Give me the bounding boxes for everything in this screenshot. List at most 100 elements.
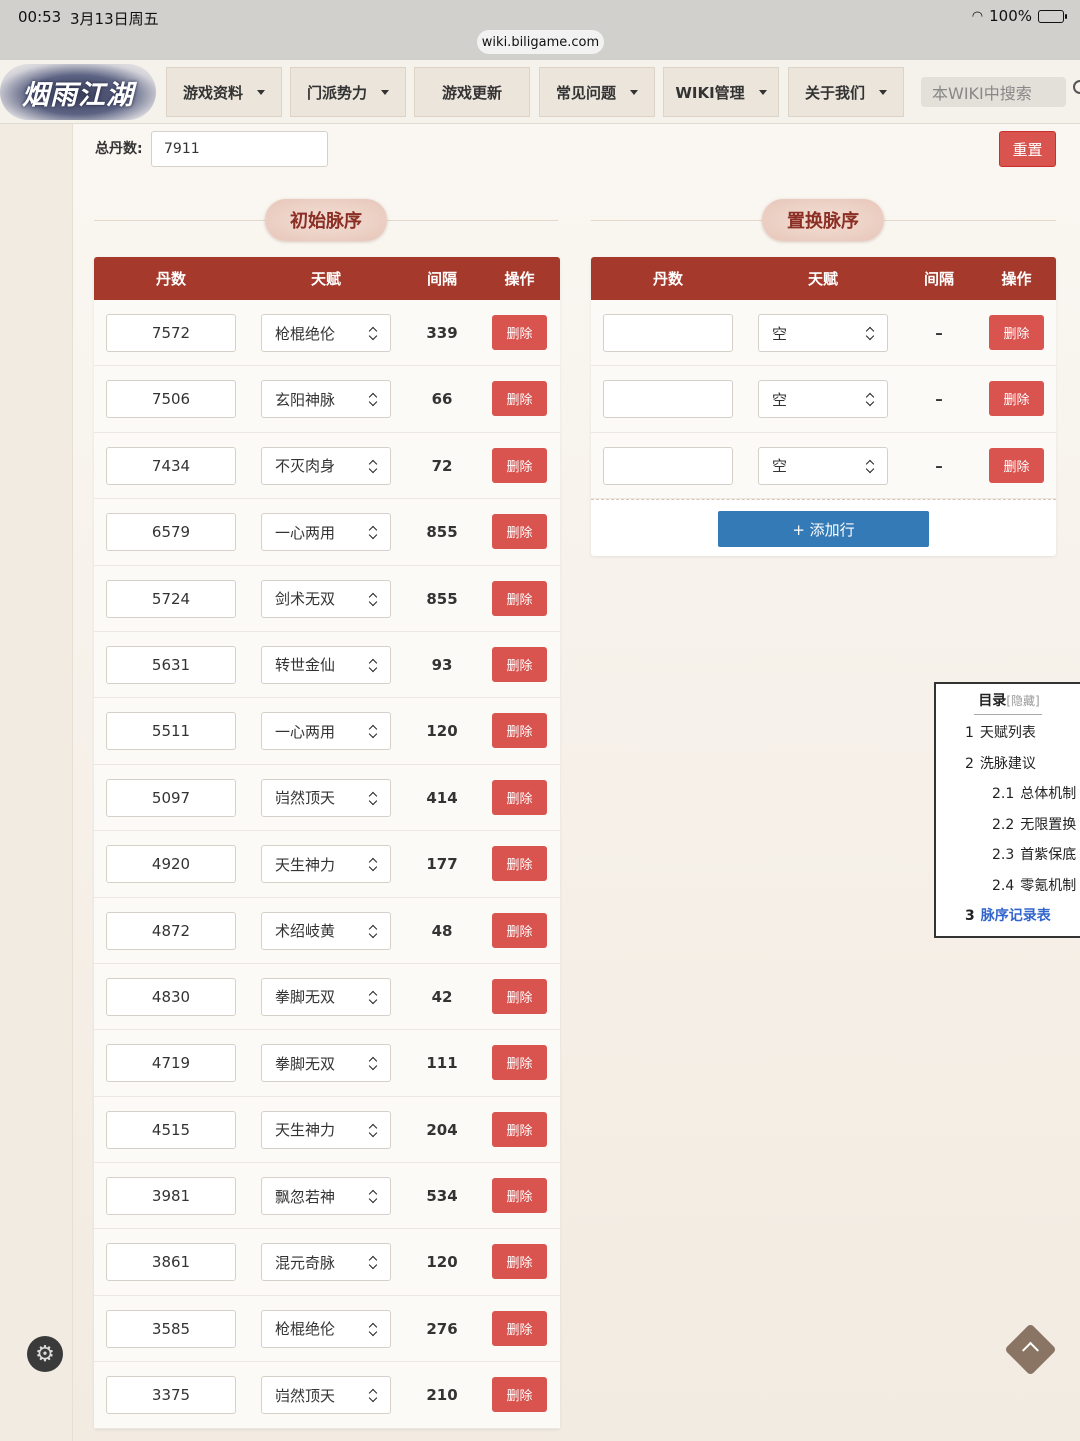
dan-input[interactable]: 4872 [106,911,236,950]
nav-item-about[interactable]: 关于我们 [788,67,904,117]
toc-item[interactable]: 1 天赋列表 [965,722,1036,742]
toc-item[interactable]: 2.2 无限置换 [992,814,1076,834]
nav-label: 关于我们 [804,83,865,102]
dan-value: 5097 [151,788,191,807]
talent-select[interactable]: 空 [758,446,888,485]
caret-down-icon [381,89,389,95]
toc-hide-link[interactable]: [隐藏] [1006,694,1039,708]
toc-item[interactable]: 2 洗脉建议 [965,753,1036,773]
nav-item-factions[interactable]: 门派势力 [290,67,406,117]
talent-select[interactable]: 空 [758,380,888,419]
add-row-button[interactable]: + 添加行 [718,511,929,548]
delete-button[interactable]: 删除 [492,1111,547,1147]
delete-button[interactable]: 删除 [492,514,547,550]
dan-input[interactable] [603,380,733,419]
delete-button[interactable]: 删除 [492,779,547,815]
talent-select[interactable]: 剑术无双 [261,579,391,618]
caret-down-icon [257,89,265,95]
talent-select[interactable]: 一心两用 [261,712,391,751]
dan-input[interactable]: 4920 [106,845,236,884]
dan-input[interactable]: 4515 [106,1110,236,1149]
delete-button[interactable]: 删除 [492,1310,547,1346]
select-arrows-icon [369,724,378,740]
talent-select[interactable]: 空 [758,314,888,352]
settings-button[interactable]: ⚙ [27,1336,63,1372]
dan-input[interactable]: 6579 [106,513,236,552]
dan-input[interactable]: 4830 [106,977,236,1016]
table-row: 5631 转世金仙 93 删除 [94,631,560,699]
search-icon[interactable] [1073,80,1080,94]
delete-button[interactable]: 删除 [492,1178,547,1214]
delete-button[interactable]: 删除 [492,315,547,350]
talent-select[interactable]: 枪棍绝伦 [261,1309,391,1348]
gap-value: 339 [426,324,458,342]
talent-select[interactable]: 飘忽若神 [261,1177,391,1216]
gap-value: 276 [426,1319,458,1338]
delete-button[interactable]: 删除 [492,846,547,882]
delete-button[interactable]: 删除 [989,381,1044,417]
dan-input[interactable] [603,446,733,485]
dan-input[interactable]: 3585 [106,1309,236,1348]
dan-input[interactable]: 5511 [106,712,236,751]
nav-item-game-data[interactable]: 游戏资料 [166,67,282,117]
talent-value: 一心两用 [275,523,336,542]
url-bar[interactable]: wiki.biligame.com [477,30,604,54]
select-arrows-icon [369,1388,378,1404]
dan-input[interactable]: 7434 [106,446,236,485]
delete-button[interactable]: 删除 [492,1377,547,1413]
toc-item[interactable]: 2.3 首紫保底 [992,844,1076,864]
reset-button[interactable]: 重置 [999,131,1056,167]
delete-button[interactable]: 删除 [492,713,547,749]
toc-item-number: 2.4 [992,878,1015,894]
toc-item[interactable]: 3 脉序记录表 [965,905,1051,925]
table-body: 空 – 删除空 – 删除空 – 删除 [591,300,1056,500]
talent-select[interactable]: 不灭肉身 [261,446,391,485]
nav-item-wiki-admin[interactable]: WIKI管理 [663,67,779,117]
toc-item-label: 无限置换 [1020,817,1077,833]
talent-select[interactable]: 拳脚无双 [261,977,391,1016]
toc-item-label: 脉序记录表 [980,908,1051,924]
talent-select[interactable]: 玄阳神脉 [261,380,391,419]
toc-item-label: 洗脉建议 [979,756,1036,772]
dan-input[interactable]: 7572 [106,314,236,352]
talent-select[interactable]: 术绍岐黄 [261,911,391,950]
site-logo[interactable]: 烟雨江湖 [0,64,156,120]
dan-input[interactable] [603,314,733,352]
nav-label: 常见问题 [555,83,616,102]
search-input[interactable]: 本WIKI中搜索 [921,77,1066,107]
talent-select[interactable]: 岿然顶天 [261,1376,391,1415]
delete-button[interactable]: 删除 [492,1244,547,1280]
dan-input[interactable]: 3981 [106,1177,236,1216]
talent-select[interactable]: 天生神力 [261,1110,391,1149]
dan-input[interactable]: 5631 [106,645,236,684]
delete-button[interactable]: 删除 [492,1045,547,1081]
dan-input[interactable]: 5097 [106,778,236,817]
nav-item-updates[interactable]: 游戏更新 [414,67,530,117]
dan-input[interactable]: 4719 [106,1044,236,1083]
delete-button[interactable]: 删除 [989,447,1044,483]
talent-select[interactable]: 混元奇脉 [261,1243,391,1282]
talent-select[interactable]: 拳脚无双 [261,1044,391,1083]
total-dan-input[interactable]: 7911 [151,131,328,167]
delete-button[interactable]: 删除 [492,646,547,682]
dan-input[interactable]: 7506 [106,380,236,419]
talent-select[interactable]: 枪棍绝伦 [261,314,391,352]
talent-select[interactable]: 一心两用 [261,513,391,552]
talent-select[interactable]: 转世金仙 [261,645,391,684]
dan-input[interactable]: 3375 [106,1376,236,1415]
toc-item[interactable]: 2.4 零氪机制 [992,875,1076,895]
delete-button[interactable]: 删除 [492,978,547,1014]
delete-button[interactable]: 删除 [989,315,1044,350]
gap-value: 120 [426,722,458,741]
delete-button[interactable]: 删除 [492,912,547,948]
toc-item[interactable]: 2.1 总体机制 [992,783,1076,803]
table-row: 4830 拳脚无双 42 删除 [94,963,560,1031]
delete-button[interactable]: 删除 [492,447,547,483]
dan-input[interactable]: 5724 [106,579,236,618]
delete-button[interactable]: 删除 [492,580,547,616]
dan-input[interactable]: 3861 [106,1243,236,1282]
nav-item-faq[interactable]: 常见问题 [539,67,655,117]
talent-select[interactable]: 岿然顶天 [261,778,391,817]
delete-button[interactable]: 删除 [492,381,547,417]
talent-select[interactable]: 天生神力 [261,845,391,884]
